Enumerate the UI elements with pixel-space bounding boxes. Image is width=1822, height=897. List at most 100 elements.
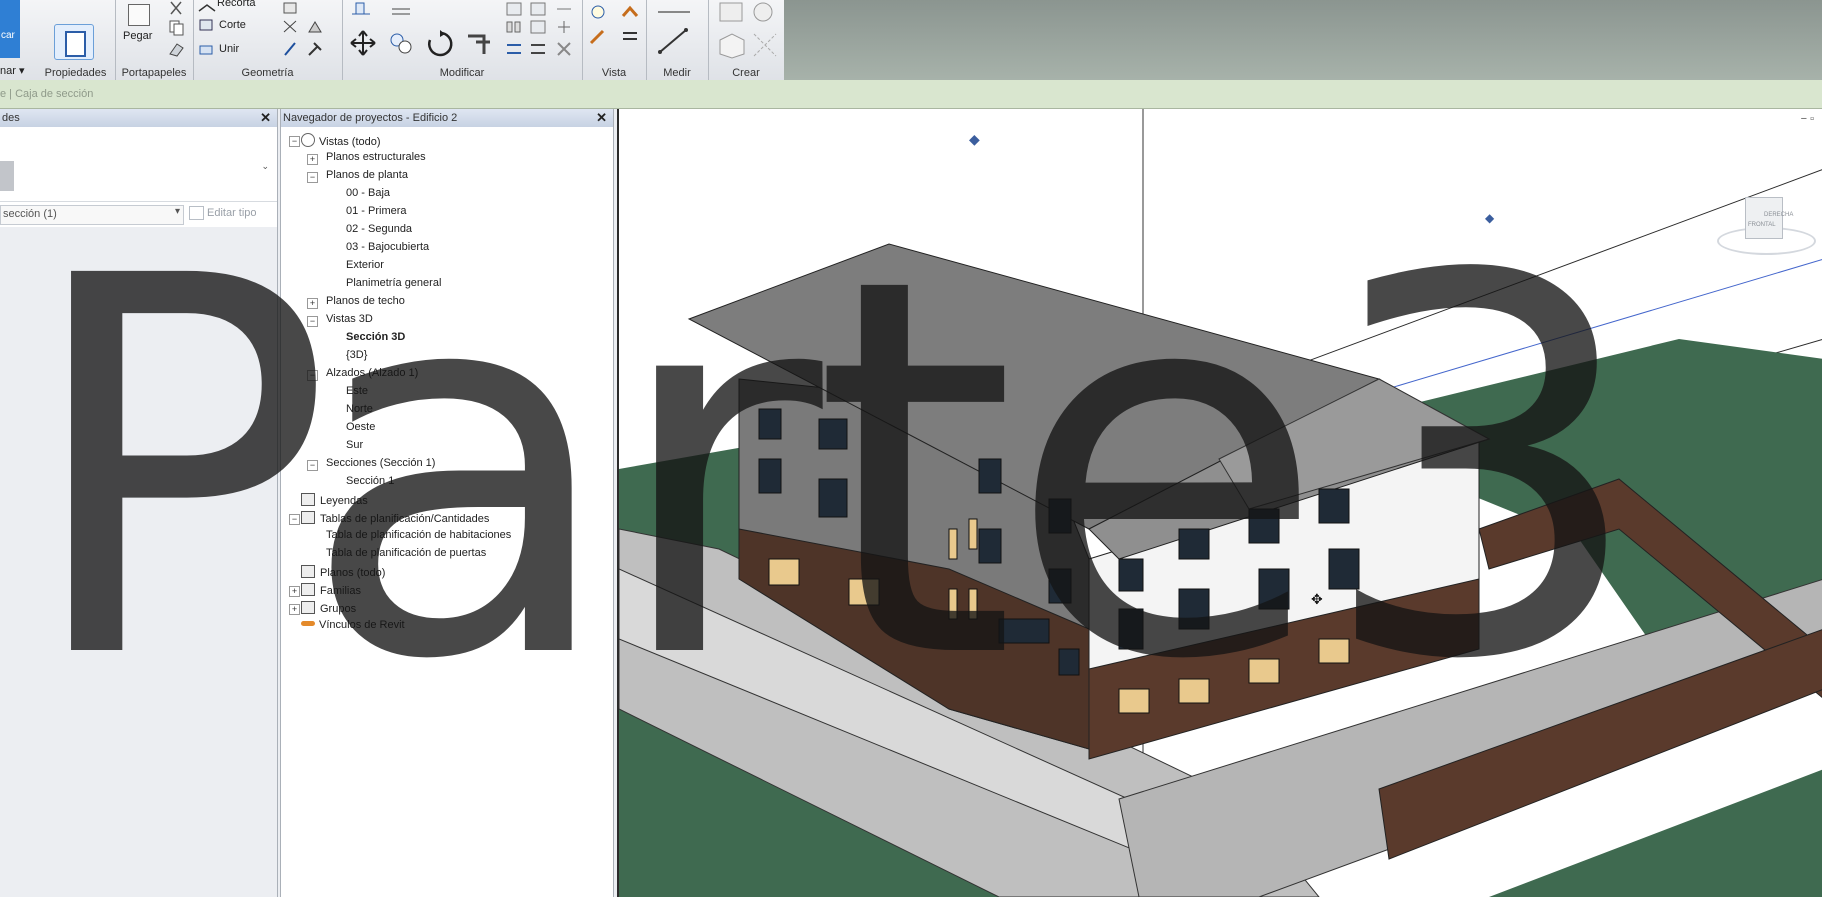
expand-icon[interactable]: + <box>289 604 300 615</box>
scale-icon[interactable] <box>528 18 548 36</box>
panel-geometry: Recorta Corte Unir Geometría <box>193 0 343 80</box>
tree-schedules[interactable]: Tablas de planificación/Cantidades <box>301 511 489 525</box>
3d-view-canvas[interactable]: ◆ ◆ ✥ FRONTAL DERECHA − ▫ <box>617 109 1822 897</box>
tree-floor-plans[interactable]: Planos de planta <box>326 169 408 181</box>
hide-in-view-icon[interactable] <box>588 4 608 22</box>
tree-elevation-east[interactable]: Este <box>346 385 368 397</box>
tree-sheets[interactable]: Planos (todo) <box>301 565 385 579</box>
create-assembly-icon[interactable] <box>716 0 743 22</box>
tree-legends[interactable]: Leyendas <box>301 493 368 507</box>
paste-button[interactable]: Pegar <box>123 30 152 42</box>
tree-ceiling-plans[interactable]: Planos de techo <box>326 295 405 307</box>
create-parts-icon[interactable] <box>750 0 773 22</box>
offset-icon[interactable] <box>390 0 410 18</box>
instance-selector[interactable]: sección (1) ▾ <box>0 205 184 225</box>
tree-elevation-south[interactable]: Sur <box>346 439 363 451</box>
hammer-icon[interactable] <box>305 40 325 58</box>
rotate-icon[interactable] <box>426 30 453 57</box>
collapse-icon[interactable]: − <box>307 370 318 381</box>
viewcube[interactable]: FRONTAL DERECHA <box>1717 197 1817 257</box>
join-button[interactable]: Unir <box>219 43 239 55</box>
viewcube-right-face[interactable]: DERECHA <box>1764 212 1793 218</box>
tree-schedule-doors[interactable]: Tabla de planificación de puertas <box>326 547 486 559</box>
tree-3d-default[interactable]: {3D} <box>346 349 367 361</box>
array-icon[interactable] <box>504 18 524 36</box>
move-icon[interactable] <box>350 30 376 56</box>
tree-plan-02-segunda[interactable]: 02 - Segunda <box>346 223 412 235</box>
mirror-draw-icon[interactable] <box>528 0 548 18</box>
expand-icon[interactable]: + <box>289 586 300 597</box>
browser-close-icon[interactable]: ✕ <box>596 110 607 126</box>
properties-close-icon[interactable]: ✕ <box>260 110 271 126</box>
paint-icon[interactable] <box>305 18 325 36</box>
tree-plan-site[interactable]: Planimetría general <box>346 277 441 289</box>
tree-plan-00-baja[interactable]: 00 - Baja <box>346 187 390 199</box>
tree-views-all[interactable]: Vistas (todo) <box>301 133 381 148</box>
group-icon <box>301 601 315 614</box>
cut-icon[interactable] <box>167 0 187 18</box>
panel-label-properties: Propiedades <box>44 67 107 79</box>
tree-schedule-rooms[interactable]: Tabla de planificación de habitaciones <box>326 529 511 541</box>
edit-type-button[interactable]: Editar tipo <box>189 205 269 223</box>
join-icon <box>197 40 217 58</box>
tree-elevation-north[interactable]: Norte <box>346 403 373 415</box>
override-graphics-icon[interactable] <box>620 4 640 22</box>
properties-button[interactable] <box>54 24 94 60</box>
unpin-icon[interactable] <box>504 40 524 58</box>
measure-between-icon[interactable] <box>656 2 690 20</box>
mirror-axis-icon[interactable] <box>504 0 524 18</box>
cut-geometry-icon <box>197 16 217 34</box>
tree-plan-exterior[interactable]: Exterior <box>346 259 384 271</box>
type-preview[interactable]: ⌄ <box>0 131 277 202</box>
copy-icon[interactable] <box>167 18 187 36</box>
split-face-icon[interactable] <box>281 18 301 36</box>
collapse-icon[interactable]: − <box>289 136 300 147</box>
expand-icon[interactable]: + <box>307 298 318 309</box>
create-similar-icon[interactable] <box>750 30 777 57</box>
tree-3d-views[interactable]: Vistas 3D <box>326 313 373 325</box>
tree-revit-links[interactable]: Vínculos de Revit <box>301 619 405 631</box>
trim-icon[interactable] <box>528 40 548 58</box>
pin-icon[interactable] <box>554 18 574 36</box>
collapse-icon[interactable]: − <box>307 172 318 183</box>
panel-label-create: Crear <box>732 67 760 79</box>
tree-section-1[interactable]: Sección 1 <box>346 475 394 487</box>
linework-icon[interactable] <box>588 28 608 46</box>
tree-plan-03-bajocubierta[interactable]: 03 - Bajocubierta <box>346 241 429 253</box>
match-properties-icon[interactable] <box>167 40 187 58</box>
tree-plan-01-primera[interactable]: 01 - Primera <box>346 205 407 217</box>
select-mode-dropdown[interactable]: nar ▾ <box>0 64 24 77</box>
align-icon[interactable] <box>350 0 370 18</box>
collapse-icon[interactable]: − <box>307 316 318 327</box>
aligned-dimension-icon[interactable] <box>656 26 688 54</box>
cope-button[interactable]: Recorta <box>217 0 256 9</box>
cut-geometry-button[interactable]: Corte <box>219 19 246 31</box>
panel-view: Vista <box>582 0 647 80</box>
tree-families[interactable]: Familias <box>301 583 361 597</box>
collapse-icon[interactable]: − <box>307 460 318 471</box>
tree-elevation-west[interactable]: Oeste <box>346 421 375 433</box>
demolish-icon[interactable] <box>281 40 301 58</box>
tree-sections[interactable]: Secciones (Sección 1) <box>326 457 435 469</box>
panel-label-measure: Medir <box>663 67 691 79</box>
modify-select-button[interactable]: car <box>0 0 20 58</box>
expand-icon[interactable]: + <box>307 154 318 165</box>
tree-3d-section-active[interactable]: Sección 3D <box>346 331 405 343</box>
copy-element-icon[interactable] <box>388 30 412 54</box>
wall-joins-icon[interactable] <box>281 0 301 18</box>
tree-elevations[interactable]: Alzados (Alzado 1) <box>326 367 418 379</box>
tree-structural-plans[interactable]: Planos estructurales <box>326 151 426 163</box>
create-group-icon[interactable] <box>716 30 745 59</box>
viewcube-front-face[interactable]: FRONTAL <box>1748 222 1776 228</box>
viewport-minimize-icon[interactable]: − ▫ <box>1801 113 1814 125</box>
trim-extend-icon[interactable] <box>466 30 490 54</box>
collapse-icon[interactable]: − <box>289 514 300 525</box>
viewcube-box[interactable]: FRONTAL DERECHA <box>1745 197 1793 239</box>
section-box-grip-right: ◆ <box>1485 211 1495 225</box>
split-icon[interactable] <box>554 0 574 18</box>
thin-lines-icon[interactable] <box>620 28 640 46</box>
delete-icon[interactable] <box>554 40 574 58</box>
tree-groups[interactable]: Grupos <box>301 601 356 615</box>
edit-type-icon <box>189 206 204 220</box>
3d-model-render: ◆ ◆ ✥ <box>619 109 1822 897</box>
